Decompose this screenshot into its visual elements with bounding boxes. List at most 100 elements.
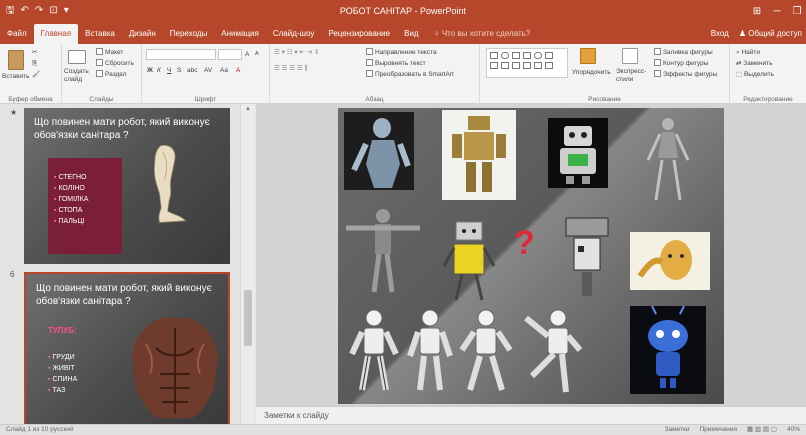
layout-button[interactable]: Макет bbox=[96, 48, 123, 57]
convert-smartart-button[interactable]: Преобразовать в SmartArt bbox=[366, 70, 454, 79]
shape-outline-button[interactable]: Контур фигуры bbox=[654, 59, 708, 68]
ribbon-display-options-icon[interactable]: ⊞ bbox=[752, 6, 762, 17]
thumbnail-scrollbar[interactable]: ▲ ▼ bbox=[240, 104, 255, 435]
callout-shape-icon[interactable] bbox=[523, 62, 531, 69]
cut-icon[interactable]: ✂ bbox=[32, 48, 37, 57]
robot-image-t-pose-humanoid[interactable] bbox=[344, 206, 422, 294]
rect-shape-icon[interactable] bbox=[490, 52, 498, 59]
select-button[interactable]: ⬚ Выделить bbox=[736, 70, 774, 79]
tab-1[interactable]: Главная bbox=[33, 24, 79, 44]
minimize-icon[interactable]: ─ bbox=[772, 6, 782, 17]
shapes-gallery[interactable] bbox=[486, 48, 568, 78]
notes-toggle-button[interactable]: Заметки bbox=[665, 425, 690, 435]
share-button[interactable]: ♟ Общий доступ bbox=[739, 29, 802, 38]
sign-in-link[interactable]: Вход bbox=[711, 29, 729, 38]
tab-4[interactable]: Переходы bbox=[163, 24, 215, 44]
quick-styles-icon[interactable] bbox=[622, 48, 638, 64]
zoom-level[interactable]: 40% bbox=[787, 425, 800, 435]
change-case-button[interactable]: Aa bbox=[220, 66, 228, 75]
shape-fill-icon bbox=[654, 48, 661, 55]
bold-button[interactable]: Ж bbox=[147, 66, 153, 75]
shape-fill-button[interactable]: Заливка фигуры bbox=[654, 48, 713, 57]
undo-icon[interactable]: ↶ bbox=[21, 0, 29, 22]
robot-image-boxy-grey[interactable] bbox=[558, 216, 616, 298]
shape-outline-label: Контур фигуры bbox=[663, 60, 709, 67]
font-name-select[interactable] bbox=[146, 49, 216, 60]
robot-image-chrome-android[interactable] bbox=[344, 112, 414, 190]
slide-thumbnail-5[interactable]: Що повинен мати робот, який виконує обов… bbox=[24, 108, 230, 264]
robot-image-humanoid-white-2[interactable] bbox=[402, 308, 458, 394]
tab-6[interactable]: Слайд-шоу bbox=[266, 24, 321, 44]
robot-image-terminator-skeleton[interactable] bbox=[640, 114, 696, 204]
grow-font-button[interactable]: A bbox=[245, 50, 249, 59]
square-shape-icon[interactable] bbox=[545, 52, 553, 59]
save-icon[interactable]: 🖫 bbox=[6, 0, 15, 22]
char-spacing-button[interactable]: AV bbox=[204, 66, 212, 75]
paste-button[interactable]: Вставить bbox=[2, 72, 30, 81]
font-color-button[interactable]: A bbox=[236, 66, 240, 75]
reset-button[interactable]: Сбросить bbox=[96, 59, 134, 68]
robot-image-blue-alien[interactable] bbox=[630, 306, 706, 394]
language-indicator[interactable]: русский bbox=[50, 426, 73, 433]
circle-shape-icon[interactable] bbox=[534, 52, 542, 59]
replace-label: Заменить bbox=[743, 60, 773, 67]
tab-8[interactable]: Вид bbox=[397, 24, 425, 44]
robot-image-humanoid-white-1[interactable] bbox=[346, 308, 402, 394]
text-direction-button[interactable]: Направление текста bbox=[366, 48, 437, 57]
view-buttons[interactable]: ▦ ▥ ▤ ▢ bbox=[747, 425, 777, 435]
align-text-button[interactable]: Выровнять текст bbox=[366, 59, 426, 68]
section-button[interactable]: Раздел bbox=[96, 70, 126, 79]
shrink-font-button[interactable]: A bbox=[255, 50, 259, 59]
robot-image-golden-face[interactable] bbox=[630, 232, 710, 290]
copy-icon[interactable]: ⎘ bbox=[32, 59, 37, 68]
shape-effects-button[interactable]: Эффекты фигуры bbox=[654, 70, 717, 79]
robot-image-yellow-vintage[interactable] bbox=[442, 220, 498, 302]
tab-5[interactable]: Анимация bbox=[214, 24, 266, 44]
drawing-group: Упорядочить Экспресс-стили Заливка фигур… bbox=[480, 44, 730, 104]
curve-shape-icon[interactable] bbox=[534, 62, 542, 69]
arrange-icon[interactable] bbox=[580, 48, 596, 64]
robot-image-humanoid-white-3[interactable] bbox=[458, 308, 514, 394]
scroll-up-icon[interactable]: ▲ bbox=[241, 106, 255, 112]
slide-thumbnail-6[interactable]: Що повинен мати робот, який виконує обов… bbox=[24, 272, 230, 426]
customize-qat-icon[interactable]: ▾ bbox=[64, 0, 69, 22]
format-painter-icon[interactable]: 🖌 bbox=[32, 70, 40, 79]
tab-2[interactable]: Вставка bbox=[78, 24, 122, 44]
align-buttons-row[interactable]: ☰ ☰ ☰ ☰ ⫼ bbox=[274, 64, 308, 73]
tab-3[interactable]: Дизайн bbox=[122, 24, 163, 44]
comments-toggle-button[interactable]: Примечания bbox=[699, 425, 737, 435]
tab-7[interactable]: Рецензирование bbox=[321, 24, 397, 44]
strikethrough-button[interactable]: S bbox=[177, 66, 181, 75]
brace-shape-icon[interactable] bbox=[545, 62, 553, 69]
arrange-button[interactable]: Упорядочить bbox=[572, 68, 611, 77]
bracket-shape-icon[interactable] bbox=[501, 62, 509, 69]
start-slideshow-icon[interactable]: ⊡ bbox=[49, 0, 57, 22]
robot-image-cartoon-green-screen[interactable] bbox=[548, 118, 608, 188]
notes-pane[interactable]: Заметки к слайду bbox=[256, 406, 806, 424]
paste-icon[interactable] bbox=[8, 50, 24, 70]
find-button[interactable]: ⌕ Найти bbox=[736, 48, 760, 57]
tell-me-search[interactable]: ♀ Что вы хотите сделать? bbox=[426, 24, 531, 44]
robot-image-humanoid-kick[interactable] bbox=[518, 306, 586, 394]
underline-button[interactable]: Ч bbox=[167, 66, 171, 75]
tab-0[interactable]: Файл bbox=[0, 24, 34, 44]
list-buttons-row[interactable]: ☰ ▾ ☷ ▾ ⇤ ⇥ ⇕ bbox=[274, 48, 319, 57]
scrollbar-thumb[interactable] bbox=[244, 290, 252, 346]
triangle-shape-icon[interactable] bbox=[490, 62, 498, 69]
star-shape-icon[interactable] bbox=[512, 62, 520, 69]
redo-icon[interactable]: ↷ bbox=[35, 0, 43, 22]
quick-styles-button[interactable]: Экспресс-стили bbox=[616, 68, 650, 84]
current-slide[interactable]: ? bbox=[338, 108, 724, 404]
replace-button[interactable]: ⇄ Заменить bbox=[736, 59, 772, 68]
shadow-button[interactable]: abc bbox=[187, 66, 197, 75]
font-size-select[interactable] bbox=[218, 49, 242, 60]
window-title: РОБОТ САНІТАР - PowerPoint bbox=[339, 6, 467, 16]
robot-image-gold-boxy[interactable] bbox=[442, 110, 516, 200]
new-slide-icon[interactable] bbox=[68, 50, 86, 64]
new-slide-button[interactable]: Создать слайд bbox=[64, 68, 94, 84]
restore-icon[interactable]: ❐ bbox=[792, 6, 802, 17]
arrow-shape-icon[interactable] bbox=[523, 52, 531, 59]
oval-shape-icon[interactable] bbox=[501, 52, 509, 59]
line-shape-icon[interactable] bbox=[512, 52, 520, 59]
italic-button[interactable]: К bbox=[157, 66, 161, 75]
